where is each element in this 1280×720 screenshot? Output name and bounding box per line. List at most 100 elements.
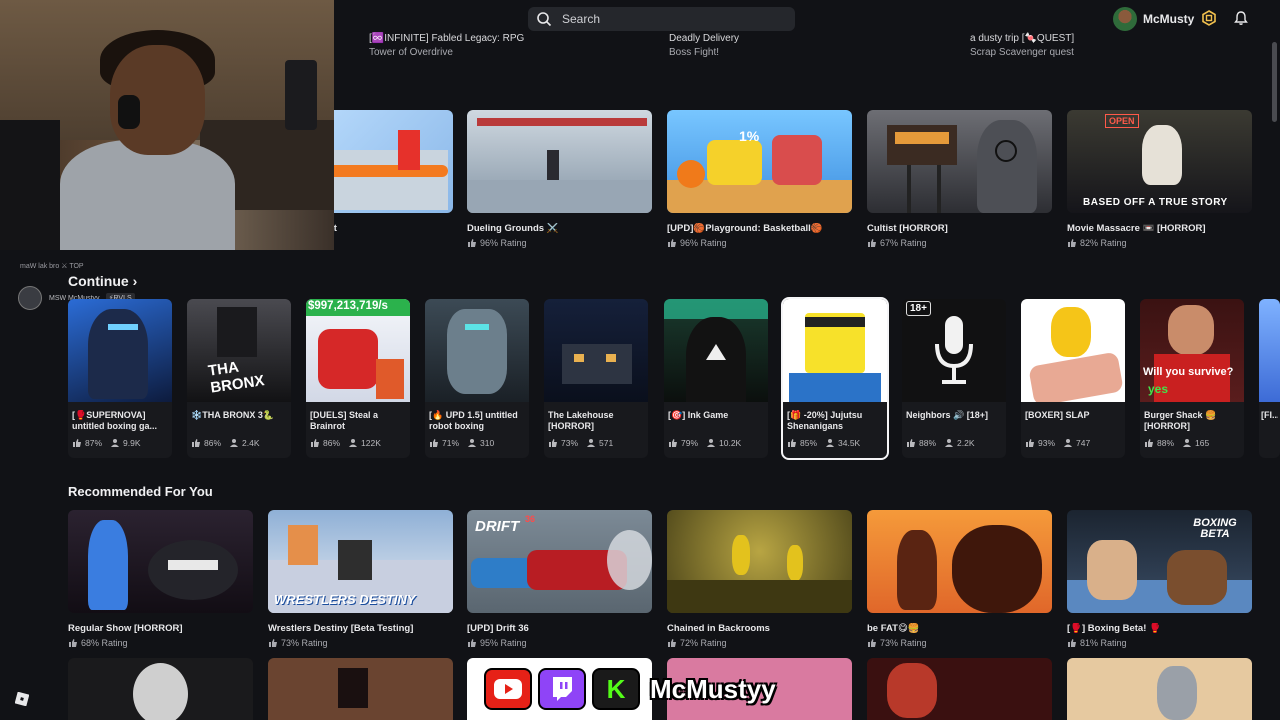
game-thumbnail[interactable] [867, 110, 1052, 213]
game-thumbnail[interactable] [667, 510, 852, 613]
game-tile[interactable]: Cultist [HORROR] 67% Rating [867, 110, 1052, 248]
game-title: [UPD]🏀Playground: Basketball🏀 [667, 223, 823, 234]
notification-bell-icon[interactable] [1233, 10, 1249, 26]
bronx-logo-text: THA BRONX [207, 358, 266, 397]
game-thumbnail[interactable] [664, 299, 768, 402]
game-thumbnail[interactable] [268, 658, 453, 720]
avatar[interactable] [1113, 7, 1137, 31]
drift-logo: DRIFT [475, 518, 520, 535]
top-game-3[interactable]: a dusty trip [🍬QUEST] Scrap Scavenger qu… [970, 33, 1074, 58]
username[interactable]: McMusty [1143, 12, 1194, 26]
game-thumbnail[interactable] [783, 299, 887, 402]
continue-tile[interactable]: [🎯] Ink Game 79% 10.2K [664, 299, 768, 458]
players-icon [111, 439, 120, 447]
search-bar[interactable]: Search [528, 7, 795, 31]
game-thumbnail[interactable]: $997,213,719/s [306, 299, 410, 402]
game-tile[interactable]: WRESTLERS DESTINY Wrestlers Destiny [Bet… [268, 510, 453, 648]
players-icon [349, 439, 358, 447]
continue-tile[interactable]: $997,213,719/s [DUELS] Steal a Brainrot … [306, 299, 410, 458]
game-tile[interactable]: be FAT😋🍔 73% Rating [867, 510, 1052, 648]
game-stats: 71% 310 [429, 438, 525, 448]
game-tile-partial[interactable] [68, 658, 253, 720]
game-title: [DUELS] Steal a Brainrot [310, 410, 379, 431]
game-thumbnail[interactable] [1259, 299, 1280, 402]
thumbs-up-icon [73, 439, 81, 447]
game-stats: 73% 571 [548, 438, 644, 448]
game-tile[interactable]: Regular Show [HORROR] 68% Rating [68, 510, 253, 648]
players-icon [945, 439, 954, 447]
game-thumbnail[interactable] [867, 658, 1052, 720]
game-stats: 86% 2.4K [191, 438, 287, 448]
continue-tile[interactable]: [🥊SUPERNOVA] untitled boxing ga... 87% 9… [68, 299, 172, 458]
game-title: [UPD] Drift 36 [467, 623, 529, 634]
scrollbar[interactable] [1272, 42, 1277, 122]
game-thumbnail[interactable]: BOXING BETA [1067, 510, 1252, 613]
game-thumbnail[interactable] [544, 299, 648, 402]
players-icon [707, 439, 716, 447]
thumbs-up-icon [669, 439, 677, 447]
thumbs-up-icon [668, 639, 676, 647]
thumbs-up-icon [1068, 639, 1076, 647]
game-tile[interactable]: Dueling Grounds ⚔️ 96% Rating [467, 110, 652, 248]
player-count: 9.9K [123, 438, 141, 448]
game-thumbnail[interactable] [867, 510, 1052, 613]
thumbs-up-icon [69, 639, 77, 647]
game-stats: 88% 2.2K [906, 438, 1002, 448]
roblox-logo-icon[interactable] [15, 692, 29, 706]
game-thumbnail[interactable]: DRIFT 36 [467, 510, 652, 613]
game-tile-partial[interactable] [1067, 658, 1252, 720]
game-thumbnail[interactable] [68, 510, 253, 613]
yes-text: yes [1148, 382, 1169, 396]
game-thumbnail[interactable] [467, 110, 652, 213]
game-thumbnail[interactable]: Will you survive? yes [1140, 299, 1244, 402]
robux-icon[interactable] [1201, 10, 1217, 26]
game-thumbnail[interactable]: 1% [667, 110, 852, 213]
game-title: [🎁 -20%] Jujutsu Shenanigans [787, 410, 863, 431]
game-thumbnail[interactable]: OPEN BASED OFF A TRUE STORY [1067, 110, 1252, 213]
continue-tile[interactable]: [🔥 UPD 1.5] untitled robot boxing 71% 31… [425, 299, 529, 458]
game-thumbnail[interactable] [425, 299, 529, 402]
continue-tile-selected[interactable]: [🎁 -20%] Jujutsu Shenanigans 85% 34.5K [781, 297, 889, 460]
player-count: 2.2K [957, 438, 975, 448]
top-game-name: a dusty trip [🍬QUEST] [970, 33, 1075, 44]
game-thumbnail[interactable]: THA BRONX [187, 299, 291, 402]
game-tile-partial[interactable] [867, 658, 1052, 720]
game-tile[interactable]: OPEN BASED OFF A TRUE STORY Movie Massac… [1067, 110, 1252, 248]
game-thumbnail[interactable] [1021, 299, 1125, 402]
game-title: Neighbors 🔊 [18+] [906, 410, 988, 420]
user-profile[interactable]: McMusty [1113, 7, 1194, 31]
game-thumbnail[interactable]: 18+ [902, 299, 1006, 402]
game-tile[interactable]: 1% [UPD]🏀Playground: Basketball🏀 96% Rat… [667, 110, 852, 248]
players-icon [826, 439, 835, 447]
game-title: Dueling Grounds ⚔️ [467, 223, 559, 234]
players-icon [230, 439, 239, 447]
continue-tile[interactable]: 18+ Neighbors 🔊 [18+] 88% 2.2K [902, 299, 1006, 458]
game-thumbnail[interactable] [1067, 658, 1252, 720]
search-icon [537, 12, 552, 27]
top-game-sub: Boss Fight! [669, 47, 720, 58]
continue-tile-partial[interactable]: [FI... sch... [1259, 299, 1280, 458]
game-tile[interactable]: DRIFT 36 [UPD] Drift 36 95% Rating [467, 510, 652, 648]
game-tile[interactable]: Chained in Backrooms 72% Rating [667, 510, 852, 648]
continue-tile[interactable]: The Lakehouse [HORROR] 73% 571 [544, 299, 648, 458]
percent-text: 1% [739, 128, 760, 144]
game-stats: 93% 747 [1025, 438, 1121, 448]
players-icon [1064, 439, 1073, 447]
thumbs-up-icon [1026, 439, 1034, 447]
thumbs-up-icon [868, 639, 876, 647]
continue-tile[interactable]: THA BRONX ❄️THA BRONX 3🐍 86% 2.4K [187, 299, 291, 458]
thumbs-up-icon [468, 239, 476, 247]
top-game-1[interactable]: [♾️INFINITE] Fabled Legacy: RPG Tower of… [369, 33, 524, 58]
game-thumbnail[interactable]: WRESTLERS DESTINY [268, 510, 453, 613]
continue-header[interactable]: Continue › [68, 273, 137, 289]
continue-tile[interactable]: Will you survive? yes Burger Shack 🍔 [HO… [1140, 299, 1244, 458]
top-game-2[interactable]: Deadly Delivery Boss Fight! [669, 33, 739, 58]
game-tile-partial[interactable] [268, 658, 453, 720]
continue-tile[interactable]: [BOXER] SLAP 93% 747 [1021, 299, 1125, 458]
top-game-name: Deadly Delivery [669, 33, 740, 44]
game-thumbnail[interactable] [68, 299, 172, 402]
game-tile[interactable]: BOXING BETA [🥊] Boxing Beta! 🥊 81% Ratin… [1067, 510, 1252, 648]
game-thumbnail[interactable] [68, 658, 253, 720]
rating-text: 86% [323, 438, 341, 448]
rating-text: 73% [561, 438, 579, 448]
